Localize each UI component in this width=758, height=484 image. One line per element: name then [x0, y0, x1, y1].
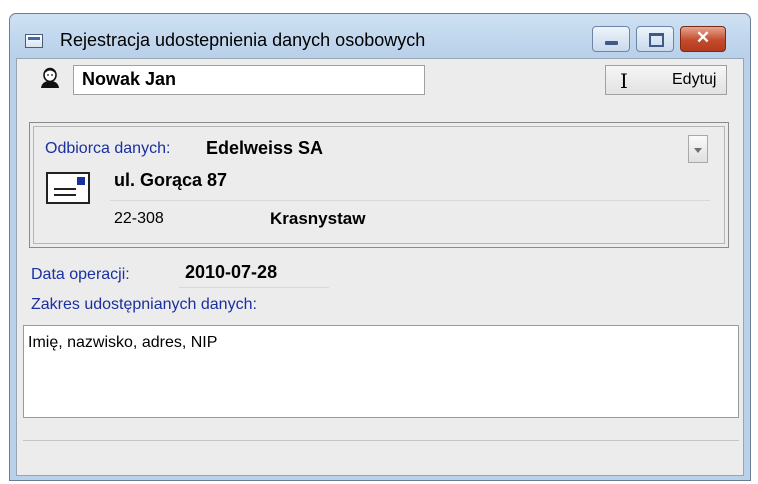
maximize-button[interactable] [636, 26, 674, 52]
person-name-field[interactable]: Nowak Jan [73, 65, 425, 95]
person-row: Nowak Jan I Edytuj [17, 59, 743, 101]
recipient-postal-code: 22-308 [114, 210, 164, 227]
window-title: Rejestracja udostepnienia danych osobowy… [60, 30, 426, 50]
chevron-down-icon[interactable] [688, 135, 708, 163]
title-bar[interactable]: Rejestracja udostepnienia danych osobowy… [10, 14, 750, 58]
divider [179, 287, 329, 288]
operation-date-value[interactable]: 2010-07-28 [185, 262, 277, 283]
minimize-button[interactable] [592, 26, 630, 52]
dialog-window: Rejestracja udostepnienia danych osobowy… [9, 13, 751, 481]
recipient-group: Odbiorca danych: Edelweiss SA ul. Gorąca… [29, 122, 729, 248]
recipient-street: ul. Gorąca 87 [114, 170, 228, 190]
envelope-icon [46, 172, 90, 204]
text-cursor-icon: I [620, 69, 628, 93]
data-scope-label: Zakres udostępnianych danych: [31, 296, 257, 313]
person-icon [41, 67, 59, 88]
operation-date-label: Data operacji: [31, 266, 130, 283]
edit-button-label: Edytuj [672, 71, 717, 88]
divider [23, 440, 739, 441]
data-scope-textarea[interactable]: Imię, nazwisko, adres, NIP [23, 325, 739, 418]
dialog-content: Nowak Jan I Edytuj Odbiorca danych: Edel… [16, 58, 744, 476]
recipient-select[interactable]: Edelweiss SA [200, 135, 712, 163]
close-button[interactable]: ✕ [680, 26, 726, 52]
recipient-city: Krasnystaw [270, 209, 366, 228]
divider [110, 200, 710, 201]
recipient-label: Odbiorca danych: [45, 140, 171, 157]
close-icon: ✕ [695, 28, 711, 47]
edit-button[interactable]: I Edytuj [605, 65, 727, 95]
app-window-icon[interactable] [25, 34, 43, 48]
